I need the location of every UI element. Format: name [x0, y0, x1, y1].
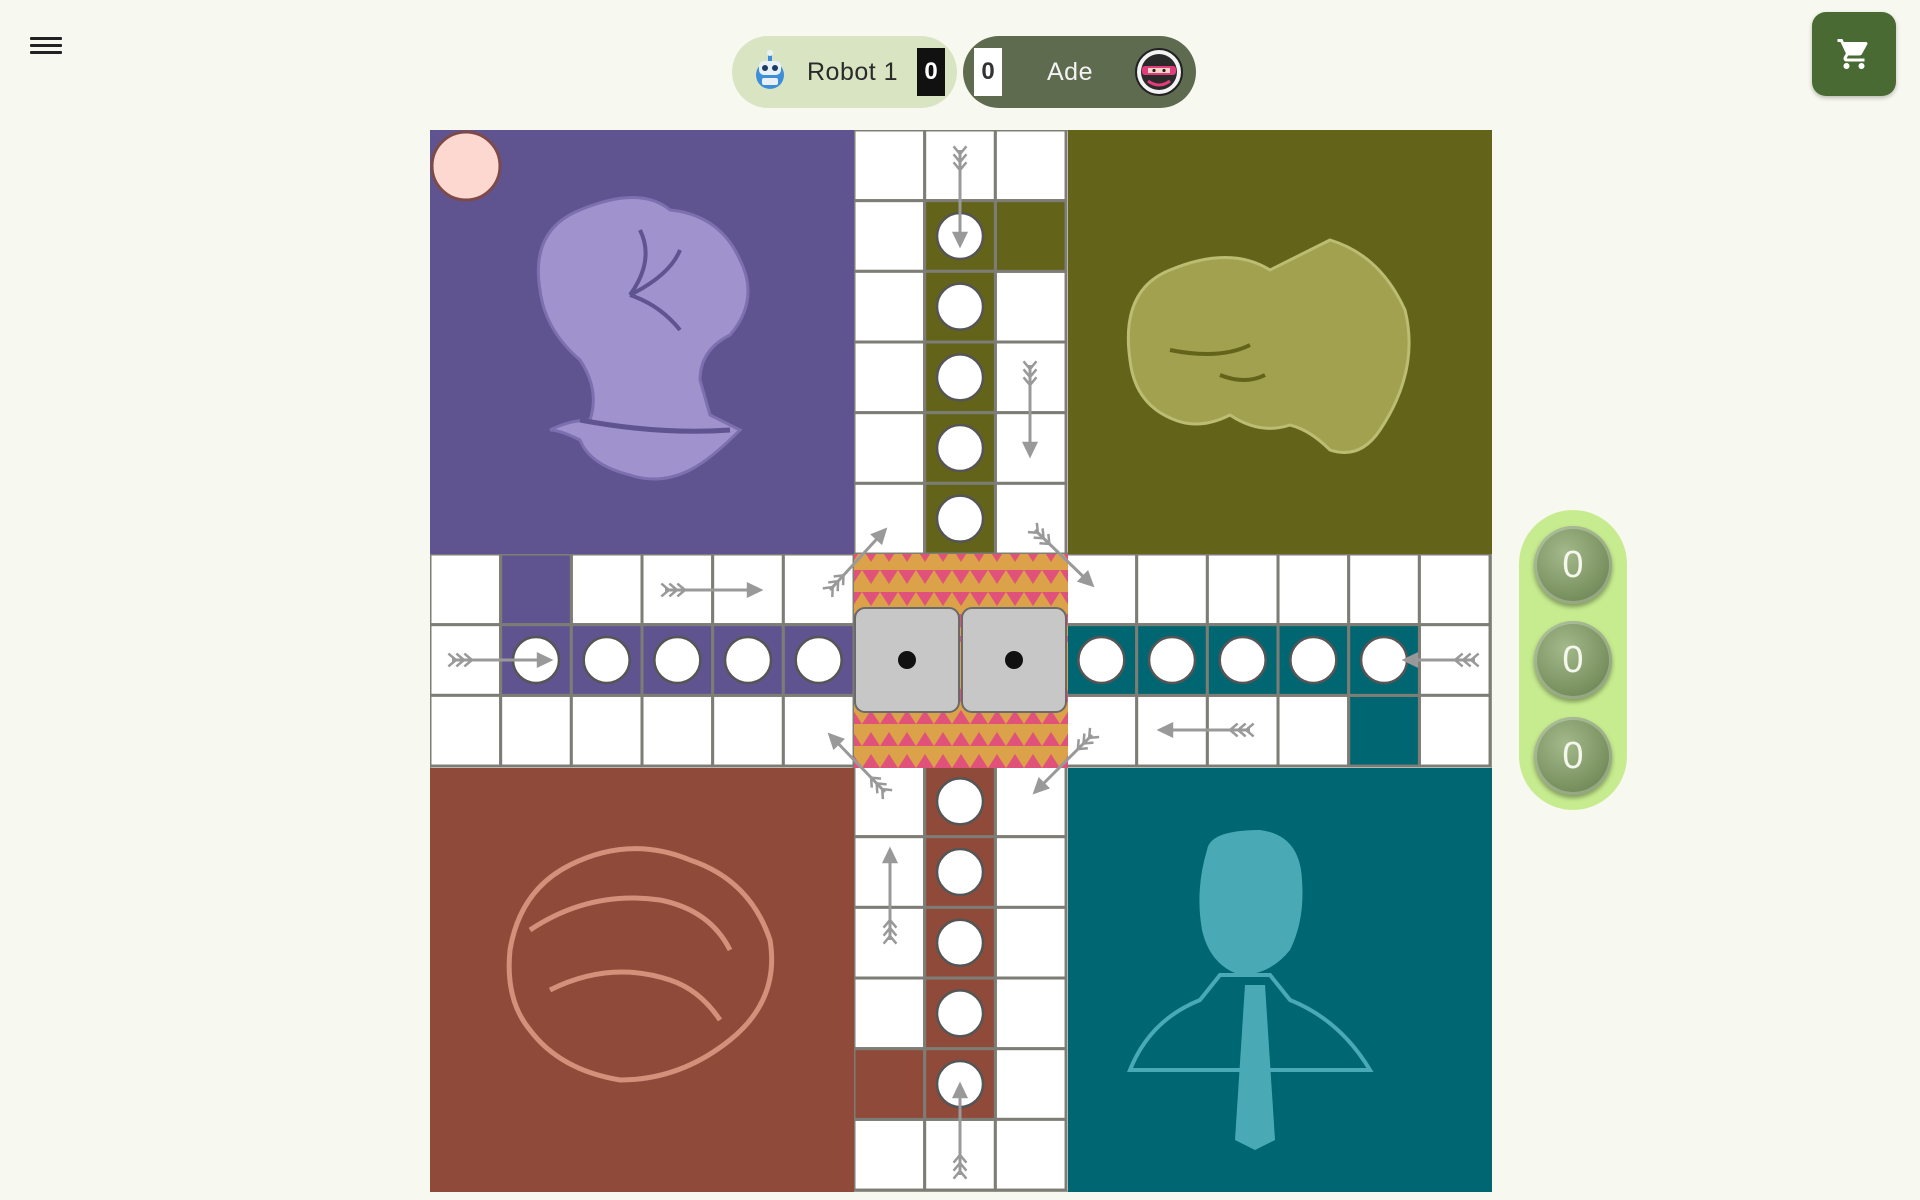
lane-spot[interactable]: [935, 282, 985, 331]
board-square: [852, 130, 927, 203]
board-square: [569, 552, 644, 627]
score-coin: 0: [1534, 717, 1612, 795]
side-score-panel: 0 0 0: [1519, 510, 1627, 810]
lane-spot[interactable]: [935, 918, 985, 967]
lane-spot[interactable]: [935, 494, 985, 543]
board-square: [993, 269, 1068, 344]
lane-spot[interactable]: [1359, 635, 1409, 685]
board-square: [993, 835, 1068, 909]
board-square: [1205, 552, 1280, 627]
lane-spot[interactable]: [1289, 635, 1338, 685]
home-lane-square: [852, 1047, 927, 1121]
lane-spot[interactable]: [653, 635, 702, 685]
lane-spot[interactable]: [935, 777, 985, 826]
lane-spot[interactable]: [1077, 635, 1126, 685]
die[interactable]: [961, 607, 1067, 713]
die-pip: [898, 651, 916, 669]
board-square: [1064, 552, 1139, 627]
player-name: Robot 1: [807, 58, 899, 86]
player-card-robot: Robot 1 0: [732, 36, 957, 108]
player-score: 0: [974, 48, 1002, 96]
game-token[interactable]: [430, 130, 502, 202]
board-square: [1417, 552, 1492, 627]
board-square: [1135, 552, 1209, 627]
lane-spot[interactable]: [794, 635, 843, 685]
board-square: [1276, 552, 1351, 627]
board-square: [711, 693, 785, 768]
menu-bar: [30, 51, 62, 54]
lane-spot[interactable]: [935, 989, 985, 1038]
board-square: [993, 481, 1068, 556]
lane-spot[interactable]: [723, 635, 773, 685]
home-lane-square: [993, 199, 1068, 273]
board-square: [993, 130, 1068, 203]
score-coin: 0: [1534, 526, 1612, 604]
teal-home: [1068, 768, 1492, 1192]
board-square: [569, 693, 644, 768]
board-square: [1276, 693, 1351, 768]
lane-spot[interactable]: [935, 423, 985, 473]
board-square: [852, 269, 927, 344]
board-square: [852, 764, 927, 839]
menu-bar: [30, 37, 62, 40]
board-square: [1347, 552, 1421, 627]
board-square: [993, 905, 1068, 980]
board-square: [781, 552, 856, 627]
menu-button[interactable]: [30, 33, 62, 65]
board-square: [781, 693, 856, 768]
menu-bar: [30, 44, 62, 47]
board-square: [852, 199, 927, 273]
purple-home-portrait: [536, 196, 750, 481]
board-square: [852, 976, 927, 1051]
board-square: [852, 481, 927, 556]
board-square: [1417, 693, 1492, 768]
board-square: [852, 1117, 927, 1192]
ludo-board: [430, 130, 1492, 1192]
board-square: [993, 1117, 1068, 1192]
board-square: [993, 1047, 1068, 1121]
board-square: [430, 552, 503, 627]
home-lane-square: [499, 552, 573, 627]
player-score: 0: [917, 48, 945, 96]
player-name: Ade: [1047, 58, 1093, 86]
board-square: [852, 411, 927, 485]
lane-spot[interactable]: [935, 353, 985, 402]
lane-spot[interactable]: [1147, 635, 1197, 685]
purple-home: [430, 130, 854, 554]
red-home: [430, 768, 854, 1192]
olive-home: [1068, 130, 1492, 554]
lane-spot[interactable]: [935, 847, 985, 897]
board-square: [640, 693, 715, 768]
die[interactable]: [854, 607, 960, 713]
ninja-avatar-icon: [1135, 48, 1183, 96]
board-square: [430, 693, 503, 768]
die-pip: [1005, 651, 1023, 669]
lane-spot[interactable]: [582, 635, 631, 685]
home-lane-square: [1347, 693, 1421, 768]
robot-avatar-icon: [756, 50, 784, 89]
player-card-ade: 0 Ade: [963, 36, 1196, 108]
shopping-cart-icon: [1837, 39, 1868, 69]
board-square: [852, 340, 927, 415]
board-square: [993, 976, 1068, 1051]
shop-cart-button[interactable]: [1812, 12, 1896, 96]
lane-spot[interactable]: [1218, 635, 1267, 685]
board-square: [1064, 693, 1139, 768]
board-square: [499, 693, 573, 768]
board-square: [993, 764, 1068, 839]
score-coin: 0: [1534, 621, 1612, 699]
